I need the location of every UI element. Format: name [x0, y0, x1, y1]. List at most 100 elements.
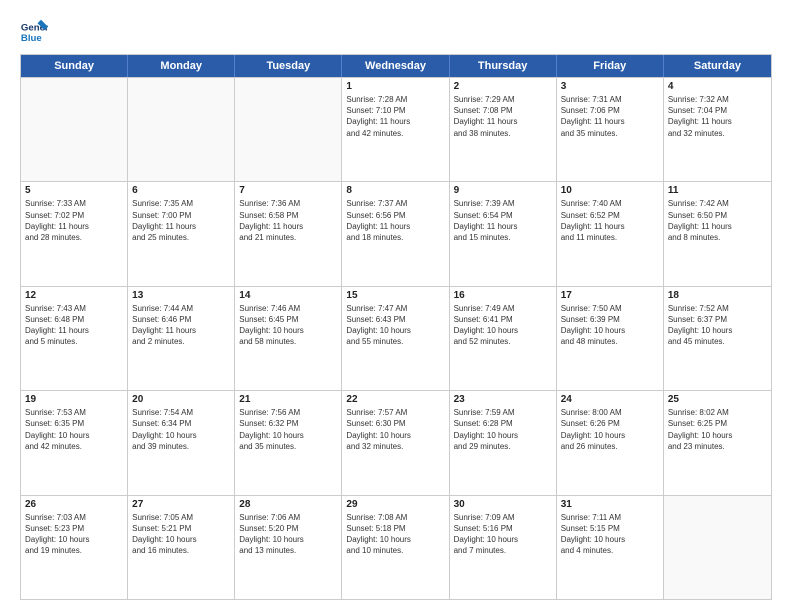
- calendar-cell: 25 Sunrise: 8:02 AM Sunset: 6:25 PM Dayli…: [664, 391, 771, 494]
- weekday-header: Thursday: [450, 55, 557, 77]
- calendar-cell: 6Sunrise: 7:35 AM Sunset: 7:00 PM Daylig…: [128, 182, 235, 285]
- day-details: Sunrise: 7:44 AM Sunset: 6:46 PM Dayligh…: [132, 303, 230, 348]
- day-details: Sunrise: 7:47 AM Sunset: 6:43 PM Dayligh…: [346, 303, 444, 348]
- calendar-cell: 16Sunrise: 7:49 AM Sunset: 6:41 PM Dayli…: [450, 287, 557, 390]
- weekday-header: Tuesday: [235, 55, 342, 77]
- calendar-cell: [235, 78, 342, 181]
- day-details: Sunrise: 7:36 AM Sunset: 6:58 PM Dayligh…: [239, 198, 337, 243]
- day-details: Sunrise: 7:46 AM Sunset: 6:45 PM Dayligh…: [239, 303, 337, 348]
- calendar-cell: 26Sunrise: 7:03 AM Sunset: 5:23 PM Dayli…: [21, 496, 128, 599]
- day-number: 28: [239, 499, 337, 510]
- day-number: 27: [132, 499, 230, 510]
- day-details: Sunrise: 7:54 AM Sunset: 6:34 PM Dayligh…: [132, 407, 230, 452]
- calendar-cell: 2 Sunrise: 7:29 AM Sunset: 7:08 PM Daylig…: [450, 78, 557, 181]
- calendar-cell: 30Sunrise: 7:09 AM Sunset: 5:16 PM Dayli…: [450, 496, 557, 599]
- calendar-cell: 23 Sunrise: 7:59 AM Sunset: 6:28 PM Dayli…: [450, 391, 557, 494]
- day-details: Sunrise: 7:43 AM Sunset: 6:48 PM Dayligh…: [25, 303, 123, 348]
- day-details: Sunrise: 8:02 AM Sunset: 6:25 PM Dayligh…: [668, 407, 767, 452]
- day-details: Sunrise: 7:29 AM Sunset: 7:08 PM Dayligh…: [454, 94, 552, 139]
- weekday-header: Wednesday: [342, 55, 449, 77]
- day-number: 5: [25, 185, 123, 196]
- calendar-cell: 24Sunrise: 8:00 AM Sunset: 6:26 PM Dayli…: [557, 391, 664, 494]
- calendar-row: 12 Sunrise: 7:43 AM Sunset: 6:48 PM Dayli…: [21, 286, 771, 390]
- calendar-cell: 18 Sunrise: 7:52 AM Sunset: 6:37 PM Dayli…: [664, 287, 771, 390]
- logo: General Blue: [20, 18, 48, 46]
- calendar-header: SundayMondayTuesdayWednesdayThursdayFrid…: [21, 55, 771, 77]
- header: General Blue: [20, 18, 772, 46]
- day-details: Sunrise: 7:52 AM Sunset: 6:37 PM Dayligh…: [668, 303, 767, 348]
- day-number: 18: [668, 290, 767, 301]
- day-details: Sunrise: 7:59 AM Sunset: 6:28 PM Dayligh…: [454, 407, 552, 452]
- calendar-cell: 17 Sunrise: 7:50 AM Sunset: 6:39 PM Dayli…: [557, 287, 664, 390]
- day-details: Sunrise: 7:56 AM Sunset: 6:32 PM Dayligh…: [239, 407, 337, 452]
- day-number: 12: [25, 290, 123, 301]
- weekday-header: Sunday: [21, 55, 128, 77]
- day-number: 6: [132, 185, 230, 196]
- day-number: 21: [239, 394, 337, 405]
- day-number: 9: [454, 185, 552, 196]
- day-details: Sunrise: 7:06 AM Sunset: 5:20 PM Dayligh…: [239, 512, 337, 557]
- day-details: Sunrise: 7:11 AM Sunset: 5:15 PM Dayligh…: [561, 512, 659, 557]
- day-details: Sunrise: 7:09 AM Sunset: 5:16 PM Dayligh…: [454, 512, 552, 557]
- day-details: Sunrise: 7:31 AM Sunset: 7:06 PM Dayligh…: [561, 94, 659, 139]
- day-details: Sunrise: 7:32 AM Sunset: 7:04 PM Dayligh…: [668, 94, 767, 139]
- day-details: Sunrise: 7:40 AM Sunset: 6:52 PM Dayligh…: [561, 198, 659, 243]
- calendar-body: 1 Sunrise: 7:28 AM Sunset: 7:10 PM Daylig…: [21, 77, 771, 599]
- calendar-cell: 14 Sunrise: 7:46 AM Sunset: 6:45 PM Dayli…: [235, 287, 342, 390]
- calendar-cell: 4 Sunrise: 7:32 AM Sunset: 7:04 PM Daylig…: [664, 78, 771, 181]
- day-details: Sunrise: 7:39 AM Sunset: 6:54 PM Dayligh…: [454, 198, 552, 243]
- calendar-cell: 22Sunrise: 7:57 AM Sunset: 6:30 PM Dayli…: [342, 391, 449, 494]
- calendar-cell: 28 Sunrise: 7:06 AM Sunset: 5:20 PM Dayli…: [235, 496, 342, 599]
- calendar-cell: 15 Sunrise: 7:47 AM Sunset: 6:43 PM Dayli…: [342, 287, 449, 390]
- calendar-cell: [128, 78, 235, 181]
- day-number: 1: [346, 81, 444, 92]
- calendar: SundayMondayTuesdayWednesdayThursdayFrid…: [20, 54, 772, 600]
- weekday-header: Friday: [557, 55, 664, 77]
- svg-text:Blue: Blue: [21, 33, 42, 44]
- calendar-cell: 21 Sunrise: 7:56 AM Sunset: 6:32 PM Dayli…: [235, 391, 342, 494]
- day-details: Sunrise: 7:08 AM Sunset: 5:18 PM Dayligh…: [346, 512, 444, 557]
- calendar-cell: 9 Sunrise: 7:39 AM Sunset: 6:54 PM Daylig…: [450, 182, 557, 285]
- weekday-header: Saturday: [664, 55, 771, 77]
- page: General Blue SundayMondayTuesdayWednesda…: [0, 0, 792, 612]
- calendar-cell: 1 Sunrise: 7:28 AM Sunset: 7:10 PM Daylig…: [342, 78, 449, 181]
- calendar-cell: 12 Sunrise: 7:43 AM Sunset: 6:48 PM Dayli…: [21, 287, 128, 390]
- calendar-cell: [21, 78, 128, 181]
- calendar-cell: 11Sunrise: 7:42 AM Sunset: 6:50 PM Dayli…: [664, 182, 771, 285]
- day-number: 14: [239, 290, 337, 301]
- day-details: Sunrise: 7:53 AM Sunset: 6:35 PM Dayligh…: [25, 407, 123, 452]
- calendar-cell: 13 Sunrise: 7:44 AM Sunset: 6:46 PM Dayli…: [128, 287, 235, 390]
- weekday-header: Monday: [128, 55, 235, 77]
- calendar-row: 19 Sunrise: 7:53 AM Sunset: 6:35 PM Dayli…: [21, 390, 771, 494]
- calendar-cell: 29 Sunrise: 7:08 AM Sunset: 5:18 PM Dayli…: [342, 496, 449, 599]
- calendar-cell: 27 Sunrise: 7:05 AM Sunset: 5:21 PM Dayli…: [128, 496, 235, 599]
- day-number: 4: [668, 81, 767, 92]
- calendar-cell: 5Sunrise: 7:33 AM Sunset: 7:02 PM Daylig…: [21, 182, 128, 285]
- day-number: 15: [346, 290, 444, 301]
- calendar-cell: [664, 496, 771, 599]
- day-details: Sunrise: 7:42 AM Sunset: 6:50 PM Dayligh…: [668, 198, 767, 243]
- logo-icon: General Blue: [20, 18, 48, 46]
- day-details: Sunrise: 7:28 AM Sunset: 7:10 PM Dayligh…: [346, 94, 444, 139]
- day-number: 2: [454, 81, 552, 92]
- calendar-cell: 3 Sunrise: 7:31 AM Sunset: 7:06 PM Daylig…: [557, 78, 664, 181]
- day-number: 3: [561, 81, 659, 92]
- day-details: Sunrise: 7:50 AM Sunset: 6:39 PM Dayligh…: [561, 303, 659, 348]
- calendar-cell: 31Sunrise: 7:11 AM Sunset: 5:15 PM Dayli…: [557, 496, 664, 599]
- day-number: 24: [561, 394, 659, 405]
- day-details: Sunrise: 7:05 AM Sunset: 5:21 PM Dayligh…: [132, 512, 230, 557]
- day-number: 26: [25, 499, 123, 510]
- day-number: 7: [239, 185, 337, 196]
- day-number: 23: [454, 394, 552, 405]
- calendar-cell: 8 Sunrise: 7:37 AM Sunset: 6:56 PM Daylig…: [342, 182, 449, 285]
- calendar-row: 26Sunrise: 7:03 AM Sunset: 5:23 PM Dayli…: [21, 495, 771, 599]
- day-number: 29: [346, 499, 444, 510]
- day-details: Sunrise: 7:37 AM Sunset: 6:56 PM Dayligh…: [346, 198, 444, 243]
- day-number: 13: [132, 290, 230, 301]
- day-number: 16: [454, 290, 552, 301]
- day-number: 25: [668, 394, 767, 405]
- day-number: 17: [561, 290, 659, 301]
- day-number: 19: [25, 394, 123, 405]
- day-number: 8: [346, 185, 444, 196]
- calendar-row: 5Sunrise: 7:33 AM Sunset: 7:02 PM Daylig…: [21, 181, 771, 285]
